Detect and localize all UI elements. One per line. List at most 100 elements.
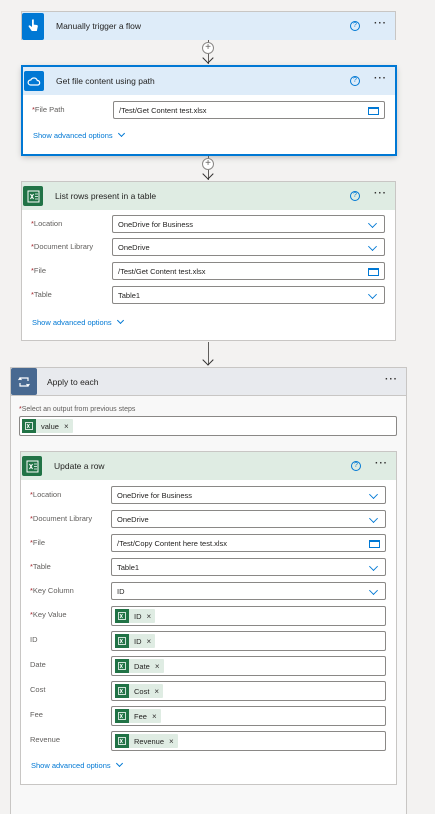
table-dropdown[interactable]: Table1 [112,286,385,304]
excel-token-icon [115,659,129,673]
help-icon[interactable]: ? [350,21,360,31]
file-input[interactable]: /Test/Copy Content here test.xlsx [111,534,386,552]
trigger-title: Manually trigger a flow [56,21,142,31]
revenue-input[interactable]: Revenue × [111,731,386,751]
location-dropdown[interactable]: OneDrive for Business [111,486,386,504]
chevron-down-icon [369,586,378,595]
location-label: *Location [30,490,62,499]
select-output-input[interactable]: value × [19,416,397,436]
file-path-input[interactable]: /Test/Get Content test.xlsx [113,101,385,119]
revenue-label: Revenue [30,735,61,744]
location-value: OneDrive for Business [117,490,193,500]
folder-picker-icon[interactable] [368,268,379,276]
update-row-header[interactable]: Update a row [21,452,396,480]
chevron-down-icon [369,562,378,571]
list-rows-header[interactable]: List rows present in a table [22,182,395,210]
key-column-label: *Key Column [30,586,74,595]
excel-token-icon [115,609,129,623]
get-file-content-card[interactable]: Get file content using path ? ··· *File … [22,66,396,155]
document-library-label: *Document Library [31,242,94,251]
list-rows-card[interactable]: List rows present in a table ? ··· *Loca… [21,181,396,341]
revenue-token-label: Revenue [134,736,165,746]
id-label: ID [30,635,38,644]
cost-label: Cost [30,685,46,694]
cost-token-label: Cost [134,686,150,696]
fee-label: Fee [30,710,43,719]
value-token[interactable]: value × [22,419,73,433]
apply-to-each-header[interactable]: Apply to each [11,368,406,396]
excel-token-icon [115,634,129,648]
chevron-down-icon [368,219,377,228]
fee-token[interactable]: Fee × [115,709,161,723]
connector-arrow-icon [202,168,214,180]
more-options-icon[interactable]: ··· [375,458,388,469]
help-icon[interactable]: ? [351,461,361,471]
touch-trigger-icon [22,12,44,40]
date-token[interactable]: Date × [115,659,164,673]
location-label: *Location [31,219,63,228]
document-library-label: *Document Library [30,514,93,523]
excel-token-icon [22,419,36,433]
chevron-down-icon [116,316,124,325]
chevron-down-icon [369,514,378,523]
update-row-title: Update a row [54,461,105,471]
excel-icon [22,456,42,476]
apply-to-each-card[interactable]: Apply to each ··· *Select an output from… [10,367,407,814]
file-label: *File [31,266,47,275]
show-advanced-options-link[interactable]: Show advanced options [31,759,123,770]
file-path-label: *File Path [32,105,65,114]
select-output-label: *Select an output from previous steps [19,406,136,413]
show-advanced-options-link[interactable]: Show advanced options [33,129,125,140]
location-dropdown[interactable]: OneDrive for Business [112,215,385,233]
value-token-label: value [41,421,59,431]
file-path-value: /Test/Get Content test.xlsx [119,105,207,115]
table-label: *Table [30,562,51,571]
help-icon[interactable]: ? [350,191,360,201]
key-value-token-label: ID [134,611,142,621]
id-token[interactable]: ID × [115,634,156,648]
fee-input[interactable]: Fee × [111,706,386,726]
remove-token-icon[interactable]: × [147,612,152,621]
document-library-dropdown[interactable]: OneDrive [111,510,386,528]
file-input[interactable]: /Test/Get Content test.xlsx [112,262,385,280]
trigger-card[interactable]: Manually trigger a flow ? ··· [21,11,396,40]
key-value-input[interactable]: ID × [111,606,386,626]
list-rows-title: List rows present in a table [55,191,157,201]
show-advanced-options-link[interactable]: Show advanced options [32,316,124,327]
revenue-token[interactable]: Revenue × [115,734,178,748]
folder-picker-icon[interactable] [369,540,380,548]
more-options-icon[interactable]: ··· [374,188,387,199]
cost-input[interactable]: Cost × [111,681,386,701]
table-dropdown[interactable]: Table1 [111,558,386,576]
folder-picker-icon[interactable] [368,107,379,115]
help-icon[interactable]: ? [350,76,360,86]
document-library-value: OneDrive [117,514,149,524]
key-value-token[interactable]: ID × [115,609,156,623]
more-options-icon[interactable]: ··· [374,73,387,84]
remove-token-icon[interactable]: × [147,637,152,646]
id-input[interactable]: ID × [111,631,386,651]
fee-token-label: Fee [134,711,147,721]
chevron-down-icon [115,759,123,768]
date-token-label: Date [134,661,150,671]
remove-token-icon[interactable]: × [155,662,160,671]
cost-token[interactable]: Cost × [115,684,164,698]
remove-token-icon[interactable]: × [169,737,174,746]
table-label: *Table [31,290,52,299]
trigger-header[interactable]: Manually trigger a flow [22,12,395,40]
more-options-icon[interactable]: ··· [385,374,398,385]
date-input[interactable]: Date × [111,656,386,676]
chevron-down-icon [117,129,125,138]
remove-token-icon[interactable]: × [152,712,157,721]
key-column-dropdown[interactable]: ID [111,582,386,600]
more-options-icon[interactable]: ··· [374,18,387,29]
table-value: Table1 [118,290,141,300]
remove-token-icon[interactable]: × [64,422,69,431]
get-file-header[interactable]: Get file content using path [23,67,395,95]
excel-token-icon [115,734,129,748]
update-row-card[interactable]: Update a row ? ··· *Location OneDrive for… [20,451,397,785]
key-column-value: ID [117,586,125,596]
remove-token-icon[interactable]: × [154,687,159,696]
chevron-down-icon [369,490,378,499]
document-library-dropdown[interactable]: OneDrive [112,238,385,256]
